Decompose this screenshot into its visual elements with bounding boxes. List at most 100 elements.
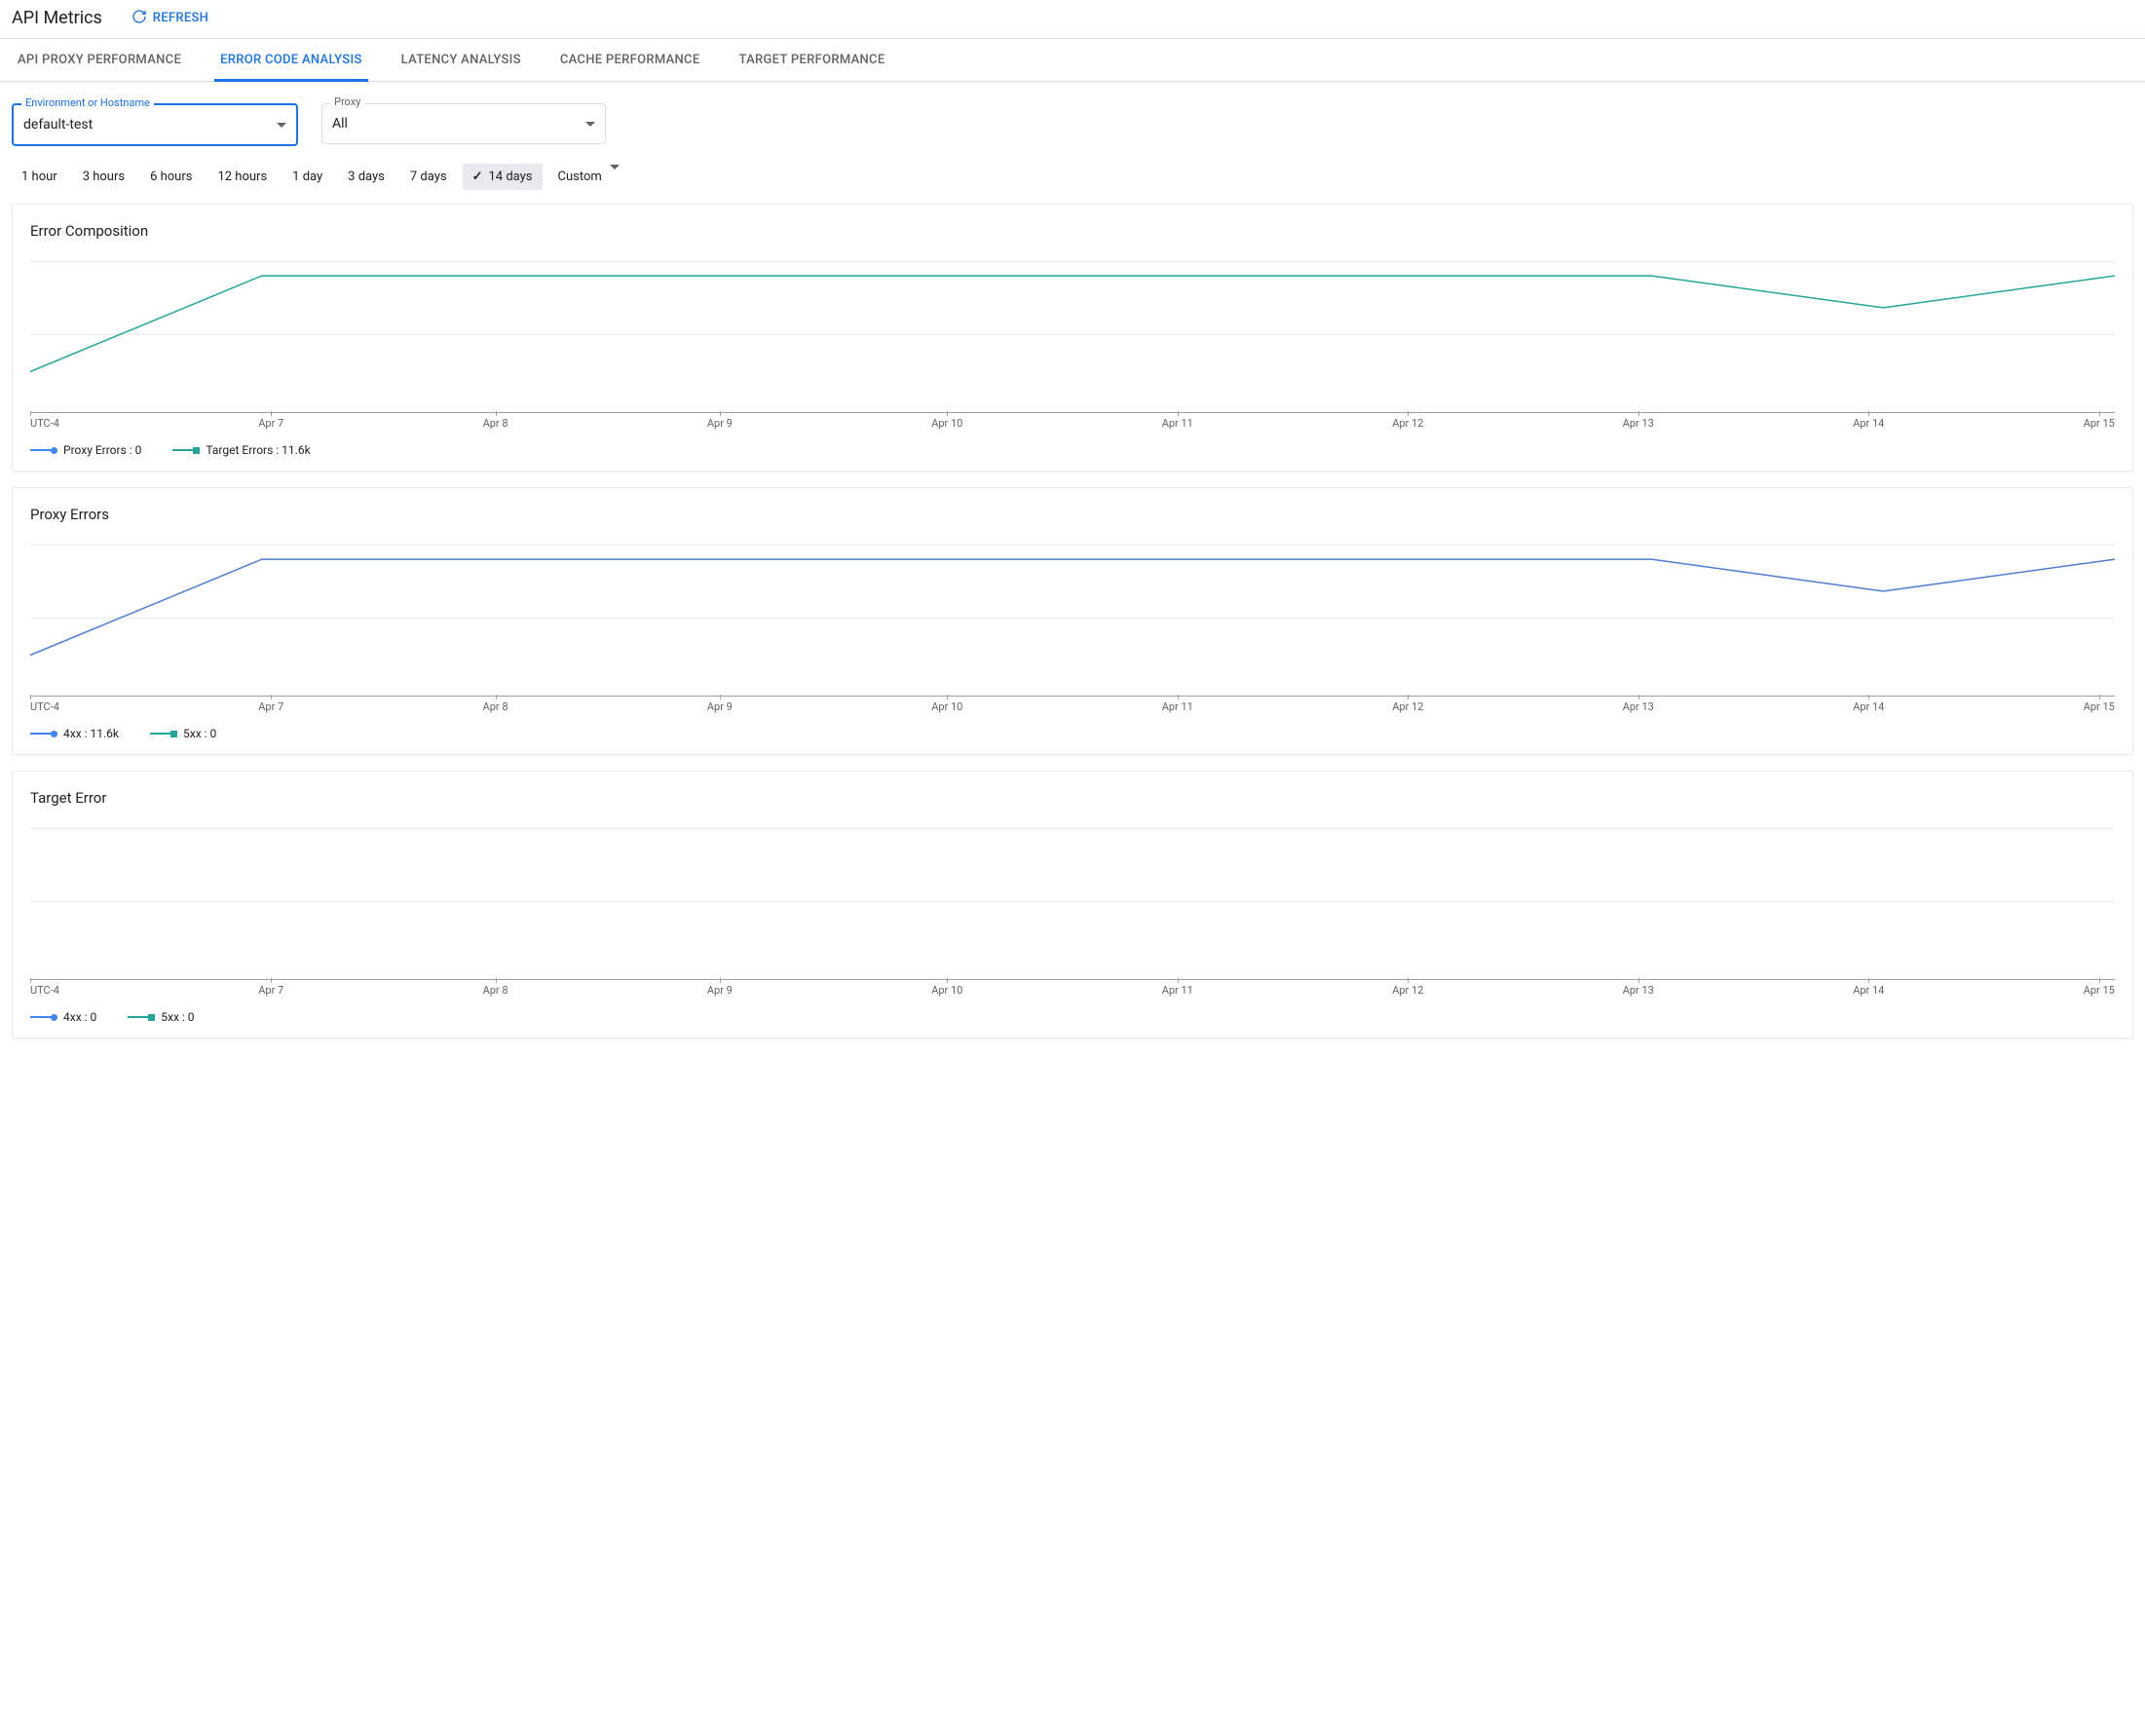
legend-item[interactable]: Proxy Errors : 0 [30,443,141,457]
chart-xtick: Apr 12 [1392,700,1423,713]
range-label: Custom [558,170,602,184]
range-label: 1 hour [21,170,57,184]
range-14-days[interactable]: ✓ 14 days [463,164,543,190]
chart-xtick: Apr 11 [1162,984,1193,997]
chart-card: Error CompositionUTC-4Apr 7Apr 8Apr 9Apr… [12,204,2133,472]
legend-swatch-icon [128,1012,155,1022]
page-header: API Metrics REFRESH [0,0,2145,38]
environment-label: Environment or Hostname [21,96,154,109]
chart-xticks: UTC-4Apr 7Apr 8Apr 9Apr 10Apr 11Apr 12Ap… [30,984,2115,997]
chart-series-line [30,559,2115,655]
environment-select[interactable]: Environment or Hostname default-test [12,103,298,146]
refresh-icon [132,9,147,28]
chart-xtick: UTC-4 [30,417,59,430]
chart-svg [30,257,2115,413]
chart-card: Proxy ErrorsUTC-4Apr 7Apr 8Apr 9Apr 10Ap… [12,487,2133,755]
chart-legend: Proxy Errors : 0 Target Errors : 11.6k [30,443,2115,457]
chart-xtick: Apr 11 [1162,417,1193,430]
legend-item[interactable]: 5xx : 0 [128,1010,194,1024]
legend-label: Proxy Errors : 0 [63,443,141,457]
range-label: 3 hours [83,170,125,184]
chart-xtick: Apr 8 [483,417,508,430]
legend-swatch-icon [30,445,57,455]
legend-swatch-icon [172,445,200,455]
chart-xtick: Apr 9 [707,417,733,430]
chart-xtick: Apr 14 [1853,984,1884,997]
chart-xtick: Apr 11 [1162,700,1193,713]
chart-title: Proxy Errors [30,506,2115,523]
caret-down-icon [585,122,595,127]
range-label: 6 hours [150,170,192,184]
legend-item[interactable]: 5xx : 0 [150,727,216,740]
tab-target-performance[interactable]: TARGET PERFORMANCE [734,39,891,81]
chart-xtick: Apr 10 [931,417,962,430]
range-12-hours[interactable]: 12 hours [207,164,277,190]
chart-title: Target Error [30,789,2115,807]
tab-cache-performance[interactable]: CACHE PERFORMANCE [554,39,706,81]
legend-item[interactable]: 4xx : 11.6k [30,727,119,740]
range-custom[interactable]: Custom [548,164,629,190]
environment-value: default-test [23,117,93,132]
chart-x-axis [30,979,2115,980]
chart-plot[interactable] [30,824,2115,980]
chart-xtick: Apr 14 [1853,700,1884,713]
check-icon: ✓ [472,170,483,184]
chart-xtick: Apr 7 [258,417,283,430]
tab-latency-analysis[interactable]: LATENCY ANALYSIS [395,39,527,81]
tab-api-proxy-performance[interactable]: API PROXY PERFORMANCE [12,39,187,81]
chart-legend: 4xx : 0 5xx : 0 [30,1010,2115,1024]
legend-item[interactable]: Target Errors : 11.6k [172,443,310,457]
range-7-days[interactable]: 7 days [400,164,457,190]
legend-swatch-icon [30,729,57,738]
chart-xticks: UTC-4Apr 7Apr 8Apr 9Apr 10Apr 11Apr 12Ap… [30,417,2115,430]
tab-error-code-analysis[interactable]: ERROR CODE ANALYSIS [214,39,368,81]
refresh-button[interactable]: REFRESH [132,9,208,28]
legend-label: 4xx : 11.6k [63,727,119,740]
chart-xtick: Apr 13 [1623,984,1654,997]
chart-xtick: Apr 9 [707,984,733,997]
chart-xtick: UTC-4 [30,984,59,997]
legend-item[interactable]: 4xx : 0 [30,1010,96,1024]
time-range-picker: 1 hour 3 hours 6 hours 12 hours1 day 3 days 7… [0,156,2145,204]
refresh-label: REFRESH [153,11,208,25]
range-3-hours[interactable]: 3 hours [73,164,134,190]
legend-label: 4xx : 0 [63,1010,96,1024]
chart-xtick: Apr 8 [483,984,508,997]
range-3-days[interactable]: 3 days [338,164,395,190]
legend-label: 5xx : 0 [161,1010,194,1024]
range-1-hour[interactable]: 1 hour [12,164,67,190]
range-6-hours[interactable]: 6 hours [140,164,202,190]
range-label: 14 days [488,170,532,184]
proxy-select[interactable]: Proxy All [321,103,606,144]
legend-label: Target Errors : 11.6k [206,443,310,457]
range-label: 3 days [348,170,385,184]
chart-xtick: Apr 10 [931,700,962,713]
legend-label: 5xx : 0 [183,727,216,740]
chart-cards: Error CompositionUTC-4Apr 7Apr 8Apr 9Apr… [0,204,2145,1058]
chart-xtick: Apr 15 [2084,417,2115,430]
tabs: API PROXY PERFORMANCE ERROR CODE ANALYSIS… [0,38,2145,82]
chart-xtick: UTC-4 [30,700,59,713]
caret-down-icon [610,165,620,184]
chart-xtick: Apr 7 [258,700,283,713]
filter-row: Environment or Hostname default-test Pro… [0,82,2145,156]
chart-xtick: Apr 7 [258,984,283,997]
chart-x-axis [30,696,2115,697]
chart-xtick: Apr 14 [1853,417,1884,430]
chart-xtick: Apr 15 [2084,984,2115,997]
chart-plot[interactable] [30,257,2115,413]
chart-series-line [30,276,2115,371]
chart-legend: 4xx : 11.6k 5xx : 0 [30,727,2115,740]
chart-xtick: Apr 8 [483,700,508,713]
proxy-label: Proxy [330,95,364,108]
chart-xtick: Apr 15 [2084,700,2115,713]
chart-svg [30,824,2115,980]
chart-xtick: Apr 13 [1623,417,1654,430]
chart-x-axis [30,412,2115,413]
proxy-value: All [332,116,348,132]
range-label: 7 days [410,170,447,184]
page-title: API Metrics [12,8,102,28]
chart-plot[interactable] [30,541,2115,697]
chart-svg [30,541,2115,697]
range-1-day[interactable]: 1 day [282,164,332,190]
